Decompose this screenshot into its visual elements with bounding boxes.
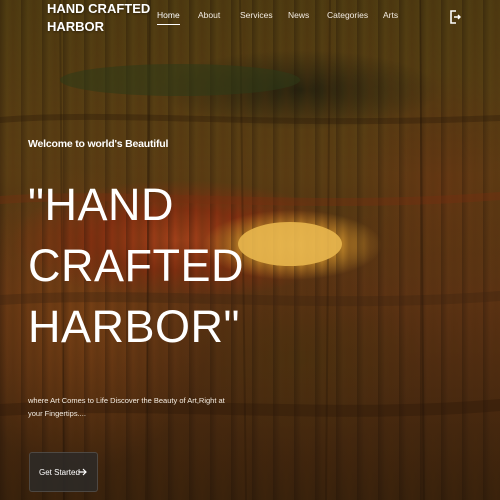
nav-item-categories[interactable]: Categories bbox=[327, 9, 368, 21]
get-started-label: Get Started bbox=[39, 467, 80, 477]
user-login-icon[interactable] bbox=[449, 10, 461, 24]
nav-item-home[interactable]: Home bbox=[157, 9, 180, 25]
hero-welcome-text: Welcome to world's Beautiful bbox=[28, 138, 169, 150]
nav-menu: Home About Services News Categories Arts bbox=[0, 9, 500, 29]
hero-section: Welcome to world's Beautiful "HAND CRAFT… bbox=[28, 138, 488, 418]
arrow-right-icon bbox=[78, 468, 87, 476]
nav-item-services[interactable]: Services bbox=[240, 9, 273, 21]
nav-item-about[interactable]: About bbox=[198, 9, 220, 21]
nav-item-arts[interactable]: Arts bbox=[383, 9, 398, 21]
get-started-button[interactable]: Get Started bbox=[29, 452, 98, 492]
top-navigation: HAND CRAFTED HARBOR Home About Services … bbox=[0, 0, 500, 40]
hero-title: "HAND CRAFTED HARBOR" bbox=[28, 179, 244, 352]
nav-item-news[interactable]: News bbox=[288, 9, 309, 21]
hero-tagline: where Art Comes to Life Discover the Bea… bbox=[28, 396, 225, 418]
